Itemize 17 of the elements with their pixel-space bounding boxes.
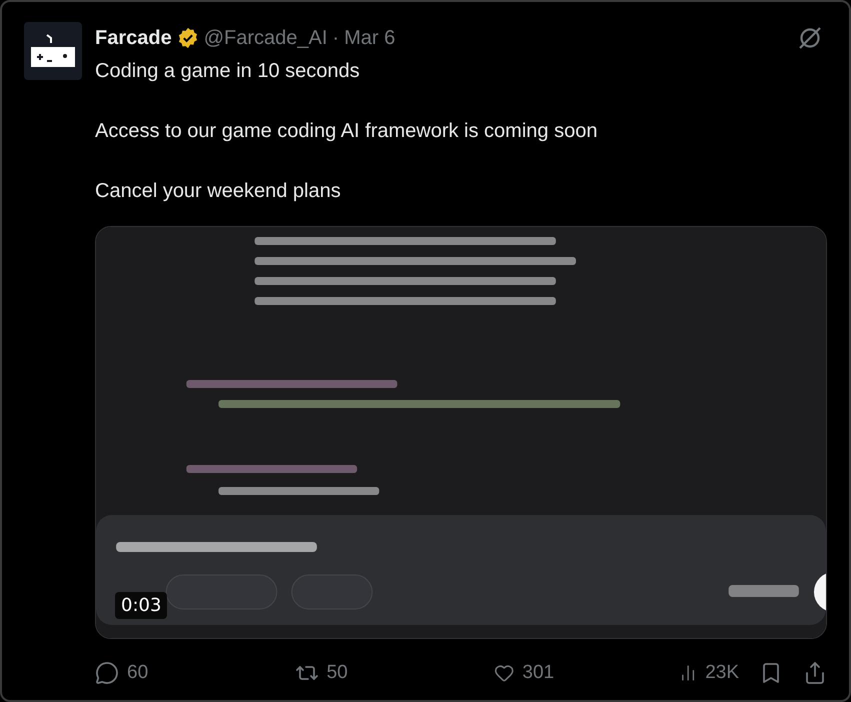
avatar[interactable] [24, 22, 82, 80]
repost-button[interactable]: 50 [294, 661, 355, 685]
video-player[interactable]: 0:03 [95, 226, 827, 639]
like-button[interactable]: 301 [494, 661, 554, 685]
reply-button[interactable]: 60 [95, 661, 155, 685]
slashed-circle-icon[interactable] [797, 25, 823, 51]
video-duration: 0:03 [115, 592, 168, 619]
reply-icon [95, 661, 119, 685]
views-button[interactable]: 23K [679, 661, 739, 685]
post-date[interactable]: Mar 6 [344, 26, 396, 50]
post-text: Cancel your weekend plans [95, 179, 342, 204]
author-name[interactable]: Farcade [95, 26, 172, 50]
author-handle[interactable]: @Farcade_AI [204, 26, 328, 50]
post-text: Access to our game coding AI framework is coming soon [95, 119, 598, 144]
separator: · [332, 26, 340, 50]
share-button[interactable] [803, 661, 827, 685]
post-text: Coding a game in 10 seconds [95, 59, 361, 84]
